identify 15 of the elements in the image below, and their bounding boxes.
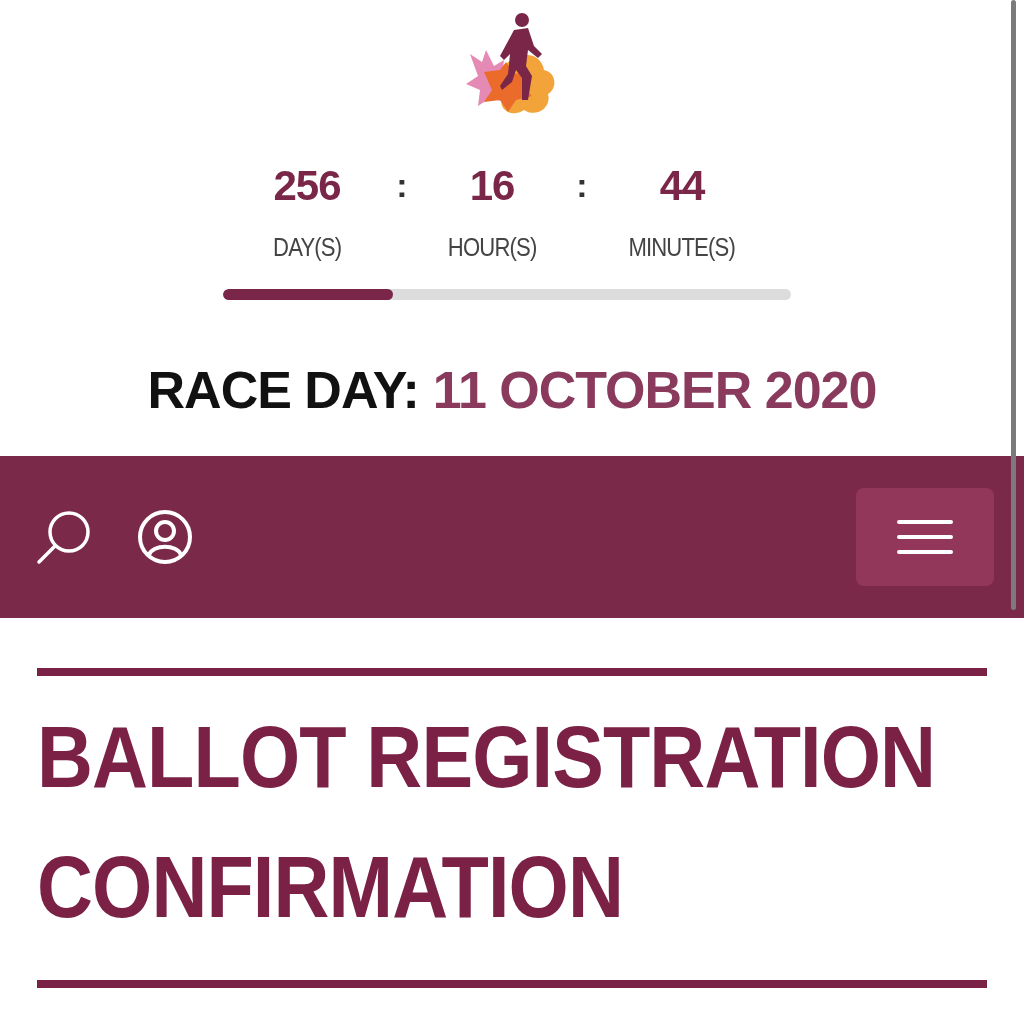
menu-icon (897, 519, 953, 555)
scrollbar[interactable] (1011, 0, 1016, 610)
countdown-separator: : (576, 166, 588, 205)
race-day-date: 11 OCTOBER 2020 (432, 360, 877, 420)
countdown-label: HOUR(S) (447, 232, 537, 263)
page-title: BALLOT REGISTRATION CONFIRMATION (37, 706, 937, 938)
countdown-number: 44 (659, 162, 705, 210)
countdown-separator: : (396, 166, 408, 205)
countdown-label: DAY(S) (272, 232, 342, 263)
menu-button[interactable] (856, 488, 994, 586)
countdown-number: 16 (469, 162, 515, 210)
user-icon[interactable] (136, 508, 194, 566)
countdown-label: MINUTE(S) (628, 232, 736, 263)
countdown-number: 256 (273, 162, 341, 210)
race-day-label: RACE DAY: (147, 360, 419, 420)
